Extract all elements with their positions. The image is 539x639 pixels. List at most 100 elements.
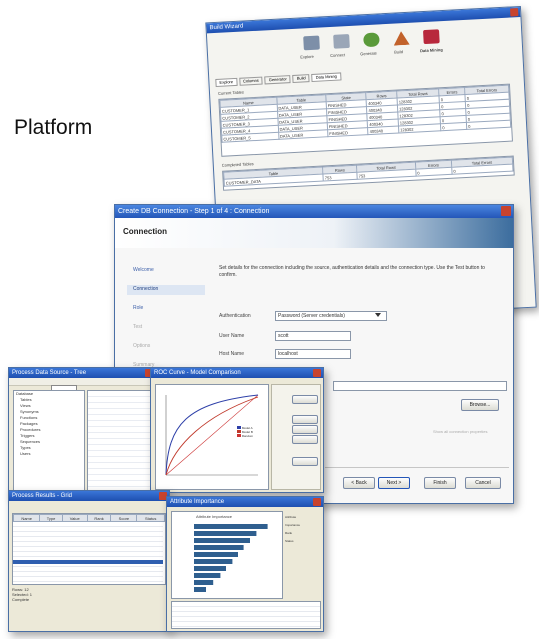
- column-header[interactable]: Value: [61, 514, 88, 522]
- toolbar-label-connect: Connect: [330, 52, 346, 58]
- toolbar-label-explore: Explore: [300, 53, 314, 60]
- current-tables-grid: Name Table State Rows Total Rows Errors …: [218, 83, 513, 157]
- step-welcome[interactable]: Welcome: [133, 267, 154, 273]
- completed-tables-label: Completed Tables: [221, 161, 254, 168]
- step-test: Test: [133, 324, 143, 330]
- roc-window: ROC Curve - Model Comparison Model A Mod…: [150, 367, 324, 493]
- wizard-toolbar: Explore Connect Generate Build Data Mini…: [297, 24, 459, 70]
- host-name-label: Host Name: [219, 351, 245, 357]
- explorer-title: Process Data Source - Tree: [12, 370, 87, 376]
- bar-side-panel: Attribute Importance Rank Status: [285, 511, 319, 597]
- cell: FINISHED: [327, 127, 369, 137]
- roc-option-button[interactable]: [292, 425, 318, 434]
- explorer-window: Process Data Source - Tree Database Tabl…: [8, 367, 156, 495]
- roc-option-button[interactable]: [292, 415, 318, 424]
- legend-swatch: [237, 426, 241, 429]
- host-name-field[interactable]: localhost: [275, 349, 351, 359]
- roc-side-panel: [271, 384, 321, 490]
- bar: [194, 573, 221, 578]
- side-label: Importance: [285, 523, 301, 527]
- cell: 753: [323, 172, 358, 182]
- column-header[interactable]: Name: [12, 514, 41, 522]
- tree-item[interactable]: Users: [14, 451, 84, 457]
- toolbar-label-generate: Generate: [360, 50, 377, 57]
- bar: [194, 559, 233, 564]
- browse-button[interactable]: Browse...: [461, 399, 499, 411]
- chevron-down-icon[interactable]: [375, 313, 381, 317]
- connection-titlebar[interactable]: Create DB Connection - Step 1 of 4 : Con…: [115, 205, 513, 218]
- column-header[interactable]: Type: [39, 514, 63, 522]
- bar: [194, 545, 244, 550]
- step-options: Options: [133, 343, 151, 349]
- step-connection[interactable]: Connection: [133, 286, 158, 292]
- data-mining-icon[interactable]: [423, 29, 440, 45]
- next-button[interactable]: Next >: [378, 477, 410, 489]
- bar-title: Attribute Importance: [170, 499, 225, 505]
- connection-footer-divider: [325, 467, 509, 468]
- bar: [194, 538, 250, 543]
- connection-title: Create DB Connection - Step 1 of 4 : Con…: [118, 208, 270, 215]
- close-icon[interactable]: [501, 206, 511, 216]
- explorer-tree: Database Tables Views Synonyms Functions…: [13, 390, 85, 492]
- grid-status: Rows: 12 Selected: 1 Complete: [12, 587, 164, 602]
- roc-option-button[interactable]: [292, 435, 318, 444]
- bar: [194, 580, 214, 585]
- tab-explore[interactable]: Explore: [215, 77, 238, 88]
- grid-rows: [13, 522, 163, 582]
- legend-label: Random: [241, 434, 254, 438]
- explorer-titlebar[interactable]: Process Data Source - Tree: [9, 368, 155, 378]
- grid-selected-row[interactable]: [13, 560, 163, 564]
- grid-table: Name Type Value Rank Score Status: [12, 513, 166, 585]
- build-icon[interactable]: [393, 31, 410, 46]
- roc-legend: Model A Model B Random: [237, 426, 267, 438]
- connection-input-long[interactable]: [333, 381, 507, 391]
- side-label: Attribute: [285, 515, 297, 519]
- tab-generator[interactable]: Generator: [264, 75, 291, 85]
- bar: [194, 531, 257, 536]
- explore-icon[interactable]: [303, 35, 320, 51]
- finish-button[interactable]: Finish: [424, 477, 456, 489]
- side-label: Status: [285, 539, 294, 543]
- grid-titlebar[interactable]: Process Results - Grid: [9, 491, 169, 501]
- close-icon[interactable]: [313, 498, 321, 506]
- bar: [194, 587, 206, 592]
- roc-titlebar[interactable]: ROC Curve - Model Comparison: [151, 368, 323, 378]
- column-header[interactable]: Rank: [86, 514, 112, 522]
- bar-bottom-grid: [171, 601, 321, 629]
- status-line: Complete: [12, 597, 30, 602]
- toolbar-label-data-mining: Data Mining: [419, 47, 443, 54]
- close-icon[interactable]: [510, 8, 519, 17]
- bar-chart-window: Attribute Importance Attribute Importanc…: [166, 496, 324, 632]
- tab-columns[interactable]: Columns: [238, 76, 264, 86]
- results-grid-window: Process Results - Grid Name Type Value R…: [8, 490, 170, 632]
- bar: [194, 524, 268, 529]
- back-button[interactable]: < Back: [343, 477, 375, 489]
- completed-tables-grid: Table Rows Total Rows Errors Total Error…: [222, 155, 515, 191]
- toolbar-label-build: Build: [393, 49, 404, 55]
- slide-heading: Platform: [14, 116, 93, 139]
- user-name-field[interactable]: scott: [275, 331, 351, 341]
- roc-title: ROC Curve - Model Comparison: [154, 370, 241, 376]
- table-header-row: Name Type Value Rank Score Status: [12, 514, 165, 522]
- roc-option-button[interactable]: [292, 457, 318, 466]
- step-role[interactable]: Role: [133, 305, 143, 311]
- connection-banner: Connection: [115, 218, 513, 248]
- bar-titlebar[interactable]: Attribute Importance: [167, 497, 323, 507]
- connect-icon[interactable]: [333, 33, 350, 49]
- tab-data-mining[interactable]: Data Mining: [311, 72, 342, 82]
- cancel-button[interactable]: Cancel: [465, 477, 501, 489]
- cell: 0: [415, 167, 453, 177]
- roc-option-button[interactable]: [292, 395, 318, 404]
- column-header[interactable]: Status: [136, 514, 165, 522]
- column-header[interactable]: Score: [110, 514, 138, 522]
- close-icon[interactable]: [313, 369, 321, 377]
- authentication-select[interactable]: Password (Server credentials): [275, 311, 387, 321]
- connection-heading: Connection: [123, 227, 167, 236]
- generate-icon[interactable]: [363, 32, 380, 48]
- tab-build[interactable]: Build: [292, 74, 310, 83]
- authentication-label: Authentication: [219, 313, 251, 319]
- legend-swatch: [237, 434, 241, 437]
- current-tables-label: Current Tables: [217, 89, 245, 96]
- cell: 400340: [367, 126, 399, 135]
- explorer-detail-grid: [87, 390, 153, 492]
